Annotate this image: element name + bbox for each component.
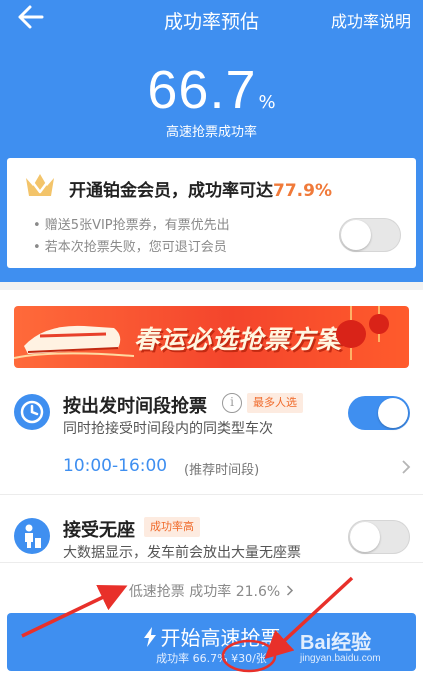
vip-title: 开通铂金会员，成功率可达77.9% <box>69 176 332 201</box>
time-period-toggle[interactable] <box>348 396 410 430</box>
watermark-sub: jingyan.baidu.com <box>300 653 381 664</box>
train-icon <box>14 325 134 359</box>
spring-festival-banner: 春运必选抢票方案 <box>14 306 409 368</box>
vip-toggle[interactable] <box>339 218 401 252</box>
baidu-watermark: Bai经验 jingyan.baidu.com <box>300 626 381 664</box>
vip-title-text: 开通铂金会员，成功率可达 <box>69 181 273 201</box>
nav-bar: 成功率预估 成功率说明 <box>0 0 423 36</box>
toggle-knob <box>350 522 380 552</box>
option-time-period-title: 按出发时间段抢票 <box>63 396 207 417</box>
watermark-main: Bai经验 <box>300 632 372 654</box>
standing-ticket-toggle[interactable] <box>348 520 410 554</box>
success-rate-label: 高速抢票成功率 <box>165 125 257 140</box>
vip-benefit-2: • 若本次抢票失败，您可退订会员 <box>33 240 227 255</box>
toggle-knob <box>378 398 408 428</box>
success-rate-unit: % <box>258 92 276 113</box>
chevron-right-icon[interactable] <box>400 460 412 474</box>
success-rate-help-link[interactable]: 成功率说明 <box>331 8 411 32</box>
chevron-right-icon <box>287 585 294 596</box>
option-time-period-tag: 最多人选 <box>247 393 303 413</box>
start-button-label: 开始高速抢票 <box>160 626 281 650</box>
banner-title: 春运必选抢票方案 <box>134 325 343 354</box>
success-rate-display: 66.7% <box>0 60 423 120</box>
vip-benefit-1: • 赠送5张VIP抢票券，有票优先出 <box>33 218 230 233</box>
vip-card: 开通铂金会员，成功率可达77.9% • 赠送5张VIP抢票券，有票优先出 • 若… <box>7 158 416 268</box>
crown-icon <box>26 174 54 196</box>
clock-icon <box>14 394 50 430</box>
low-speed-label: 低速抢票 成功率 21.6% <box>128 584 281 600</box>
time-range-hint: (推荐时间段) <box>184 463 260 478</box>
time-range-value[interactable]: 10:00-16:00 <box>63 456 167 476</box>
option-standing-title: 接受无座 <box>63 520 135 541</box>
option-standing-desc: 大数据显示，发车前会放出大量无座票 <box>63 545 301 561</box>
lantern-icon <box>336 306 389 360</box>
divider <box>0 562 423 563</box>
low-speed-option-link[interactable]: 低速抢票 成功率 21.6% <box>0 581 423 601</box>
toggle-knob <box>341 220 371 250</box>
option-standing-tag: 成功率高 <box>144 517 200 537</box>
lightning-icon <box>143 627 156 647</box>
option-time-period-desc: 同时抢接受时间段内的同类型车次 <box>63 421 273 437</box>
standing-person-icon <box>14 518 50 554</box>
vip-rate: 77.9% <box>273 181 332 201</box>
success-rate-value: 66.7 <box>147 60 257 120</box>
info-icon[interactable]: i <box>222 393 242 413</box>
divider <box>0 494 423 495</box>
